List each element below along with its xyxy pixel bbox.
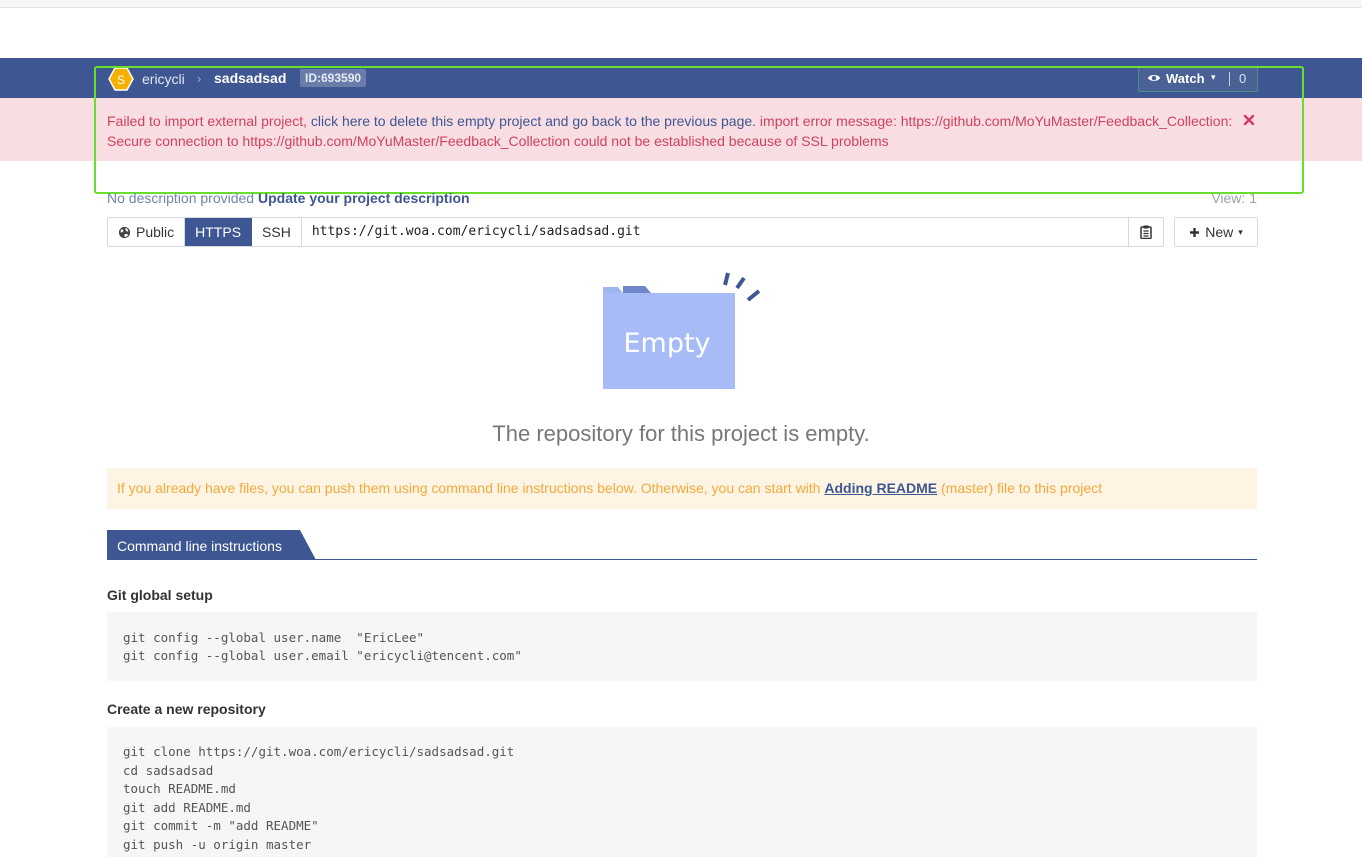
code-line: git config --global user.name "EricLee": [123, 630, 425, 645]
watch-label: Watch: [1166, 71, 1205, 86]
ssh-tab[interactable]: SSH: [252, 218, 302, 246]
new-dropdown-button[interactable]: New ▾: [1174, 217, 1258, 247]
empty-folder-illustration: Empty: [603, 272, 761, 389]
readme-hint-suffix: (master) file to this project: [937, 480, 1103, 496]
clone-url-bar: Public HTTPS SSH https://git.woa.com/eri…: [107, 217, 1164, 247]
code-line: git commit -m "add README": [123, 818, 319, 833]
global-setup-code-block: git config --global user.name "EricLee" …: [107, 612, 1257, 681]
globe-icon: [118, 226, 131, 238]
new-label: New: [1205, 224, 1234, 240]
eye-icon: [1147, 75, 1161, 81]
visibility-public-button[interactable]: Public: [108, 218, 186, 246]
no-description-text: No description provided: [107, 190, 255, 206]
code-line: git clone https://git.woa.com/ericycli/s…: [123, 744, 515, 759]
git-global-setup-heading: Git global setup: [107, 587, 213, 603]
public-label: Public: [136, 224, 175, 240]
empty-repository-title: The repository for this project is empty…: [492, 421, 870, 446]
avatar-letter: S: [117, 73, 125, 87]
project-id-badge: ID:693590: [300, 69, 367, 87]
readme-hint-prefix: If you already have files, you can push …: [117, 480, 825, 496]
close-icon[interactable]: [1242, 113, 1256, 127]
watch-button[interactable]: Watch ▾ 0: [1138, 67, 1258, 92]
clone-url-input[interactable]: https://git.woa.com/ericycli/sadsadsad.g…: [302, 218, 1128, 246]
project-avatar[interactable]: S: [108, 67, 134, 91]
code-line: git push -u origin master: [123, 836, 312, 852]
plus-icon: [1190, 227, 1200, 237]
empty-badge-text: Empty: [623, 328, 710, 359]
adding-readme-link[interactable]: Adding README: [824, 480, 937, 496]
create-repository-code-block: git clone https://git.woa.com/ericycli/s…: [107, 727, 1257, 857]
chevron-down-icon: ▾: [1211, 72, 1216, 82]
breadcrumb-separator: ›: [197, 71, 202, 86]
code-line: git add README.md: [123, 799, 251, 815]
watch-divider: [1229, 72, 1230, 86]
alert-message: Failed to import external project, click…: [107, 111, 1243, 151]
code-line: touch README.md: [123, 781, 236, 796]
breadcrumb-owner-link[interactable]: ericycli: [142, 71, 185, 87]
watch-count[interactable]: 0: [1239, 71, 1246, 86]
https-tab[interactable]: HTTPS: [185, 218, 253, 246]
view-count: View: 1: [1211, 190, 1257, 206]
browser-top-strip: [0, 0, 1362, 8]
alert-prefix: Failed to import external project,: [107, 113, 311, 129]
update-description-link[interactable]: Update your project description: [258, 190, 470, 206]
code-line: cd sadsadsad: [123, 762, 214, 778]
chevron-down-icon: ▾: [1238, 227, 1243, 237]
delete-project-link[interactable]: click here to delete this empty project …: [311, 113, 756, 129]
tab-underline: [107, 559, 1257, 560]
command-line-tab-label: Command line instructions: [117, 538, 282, 554]
copy-url-button[interactable]: [1128, 218, 1163, 246]
breadcrumb-project-link[interactable]: sadsadsad: [214, 70, 286, 86]
project-description: No description provided Update your proj…: [107, 190, 470, 206]
command-line-tab[interactable]: Command line instructions: [107, 530, 317, 560]
create-repository-heading: Create a new repository: [107, 701, 266, 717]
readme-hint-banner: If you already have files, you can push …: [107, 468, 1257, 509]
code-line: git config --global user.email "ericycli…: [123, 648, 522, 663]
clipboard-icon: [1140, 225, 1152, 239]
